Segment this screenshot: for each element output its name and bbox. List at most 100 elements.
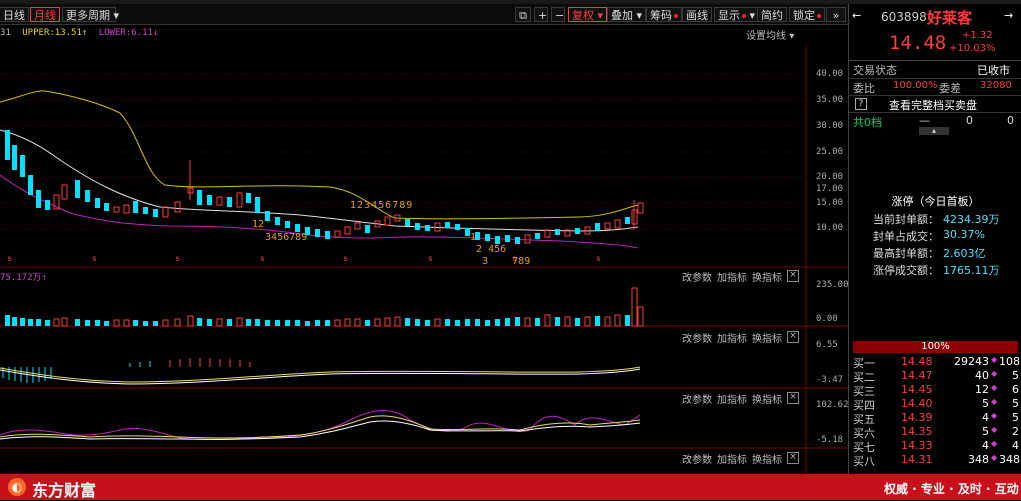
down-arrow-icon: ↓ [152,28,159,38]
limit-up-value: 4234.39万 [943,213,1000,226]
limit-up-label: 最高封单额： [873,247,939,260]
bid-row[interactable]: 买三 14.45 12 ◆ 6 [849,383,1021,398]
macd-close-icon[interactable]: × [787,331,799,343]
legend-prefix: 31 [0,28,11,38]
quote-panel: ← 603898 好莱客 → 14.48 +1.32 +10.03% 交易状态 … [848,4,1021,474]
set-ma-label: 设置均线 [746,31,786,42]
bid-count: 5 [1012,411,1019,424]
diamond-icon: ◆ [991,425,998,434]
bid-list: 买一 14.48 29243 ◆ 108 买二 14.47 40 ◆ 5 买三 … [849,355,1021,468]
bid-row[interactable]: 买二 14.47 40 ◆ 5 [849,369,1021,384]
td-digit: 2 [476,244,483,255]
brand-logo-icon: ◐ [8,478,26,496]
locked-button[interactable]: 锁定 [789,7,825,22]
bid-row[interactable]: 买八 14.31 348 ◆ 348 [849,453,1021,468]
bottom-add-indicator-button[interactable]: 加指标 [717,451,747,466]
bottom-switch-indicator-button[interactable]: 换指标 [752,451,782,466]
volume-close-icon[interactable]: × [787,270,799,282]
forward-arrow-icon[interactable]: → [1004,9,1013,22]
bid-row[interactable]: 买一 14.48 29243 ◆ 108 [849,355,1021,370]
overlay-dropdown[interactable]: 叠加 ▾ [607,7,647,22]
macd-modify-button[interactable]: 改参数 [682,330,712,345]
limit-up-row: 涨停成交额： 1765.11万 [849,262,1021,278]
td-down-count-b: 3456789 [265,232,307,243]
help-icon[interactable]: ? [855,98,867,110]
kdj-modify-button[interactable]: 改参数 [682,391,712,406]
brand-name: 东方财富 [32,481,97,500]
volume-bars [5,287,644,327]
candle-up [637,202,644,214]
macd-switch-indicator-button[interactable]: 换指标 [752,330,782,345]
candle-down [143,207,148,214]
bid-volume: 5 [982,425,989,438]
restore-rights-dropdown[interactable]: 复权 ▾ [568,7,608,22]
bid-volume: 348 [968,453,989,466]
trade-status-label: 交易状态 [853,64,897,77]
diamond-icon: ◆ [991,411,998,420]
volume-modify-button[interactable]: 改参数 [682,269,712,284]
bottom-modify-button[interactable]: 改参数 [682,451,712,466]
price-change-pct: +10.03% [949,43,996,54]
brief-button[interactable]: 简约 [757,7,787,22]
back-arrow-icon[interactable]: ← [852,9,861,22]
candle-down [275,217,280,225]
macd-axis-top: 6.55 [816,340,838,350]
bottom-close-icon[interactable]: × [787,452,799,464]
volume-add-indicator-button[interactable]: 加指标 [717,269,747,284]
bid-row[interactable]: 买五 14.39 4 ◆ 5 [849,411,1021,426]
candle-down [227,197,232,207]
diff-label: 委差 [939,82,961,95]
candle-down [625,217,630,224]
volume-axis-bottom: 0.00 [816,314,838,324]
draw-line-button[interactable]: 画线 [682,7,712,22]
candle-down [455,224,460,230]
notify-dot-icon [742,14,746,18]
candle-up [236,192,243,208]
bid-price: 14.35 [901,425,933,438]
svg-text:s: s [596,254,601,263]
td-down-count-a: 12 [252,219,264,230]
collapse-icon[interactable]: » [826,7,846,22]
candle-up [334,230,341,238]
diamond-icon: ◆ [991,453,998,462]
td-digit: 1 [470,232,477,243]
td-up-count: 123456789 [350,200,413,211]
volume-switch-indicator-button[interactable]: 换指标 [752,269,782,284]
collapse-up-icon[interactable]: ▴ [919,127,949,135]
restore-rights-label: 复权 [572,9,594,22]
candle-down [405,219,410,226]
macd-add-indicator-button[interactable]: 加指标 [717,330,747,345]
kdj-close-icon[interactable]: × [787,392,799,404]
kline-chart: ssss ssss [0,45,848,474]
bid-row[interactable]: 买四 14.40 5 ◆ 5 [849,397,1021,412]
chips-button[interactable]: 筹码 [646,7,682,22]
candle-down [315,229,320,237]
more-periods-dropdown[interactable]: 更多周期 ▾ [62,7,119,22]
display-dropdown[interactable]: 显示 ▾ [714,7,760,22]
view-full-book-button[interactable]: 查看完整档买卖盘 [889,97,977,113]
set-ma-dropdown[interactable]: 设置均线 ▾ [746,27,794,42]
brand-slogan: 权威 · 专业 · 及时 · 互动 [884,482,1019,496]
tab-daily[interactable]: 日线 [0,7,29,22]
tab-monthly[interactable]: 月线 [30,7,60,22]
ratio-label: 委比 [853,82,875,95]
screenshot-icon[interactable]: ⧉ [515,7,531,22]
brand-footer: ◐ 东方财富 权威 · 专业 · 及时 · 互动 [0,474,1021,500]
zoom-in-button[interactable]: + [534,7,548,22]
td-digit: 2 [357,200,365,211]
kdj-add-indicator-button[interactable]: 加指标 [717,391,747,406]
kdj-switch-indicator-button[interactable]: 换指标 [752,391,782,406]
volume-legend: 75.172万↑ [0,270,47,283]
candle-down [265,211,270,221]
bid-row[interactable]: 买七 14.33 4 ◆ 4 [849,439,1021,454]
limit-up-title: 涨停（今日首板） [891,195,980,208]
bid-row[interactable]: 买六 14.35 5 ◆ 2 [849,425,1021,440]
candle-down [255,197,260,213]
view-full-book-row[interactable]: ? 查看完整档买卖盘 [849,95,1021,112]
zoom-out-button[interactable]: − [551,7,565,22]
td-digit: 6 [500,244,507,255]
candle-down [207,195,212,205]
macd-axis-bottom: -3.47 [816,375,844,385]
up-arrow-icon: ↑ [41,273,47,283]
kdj-axis-bottom: -5.18 [816,435,844,445]
